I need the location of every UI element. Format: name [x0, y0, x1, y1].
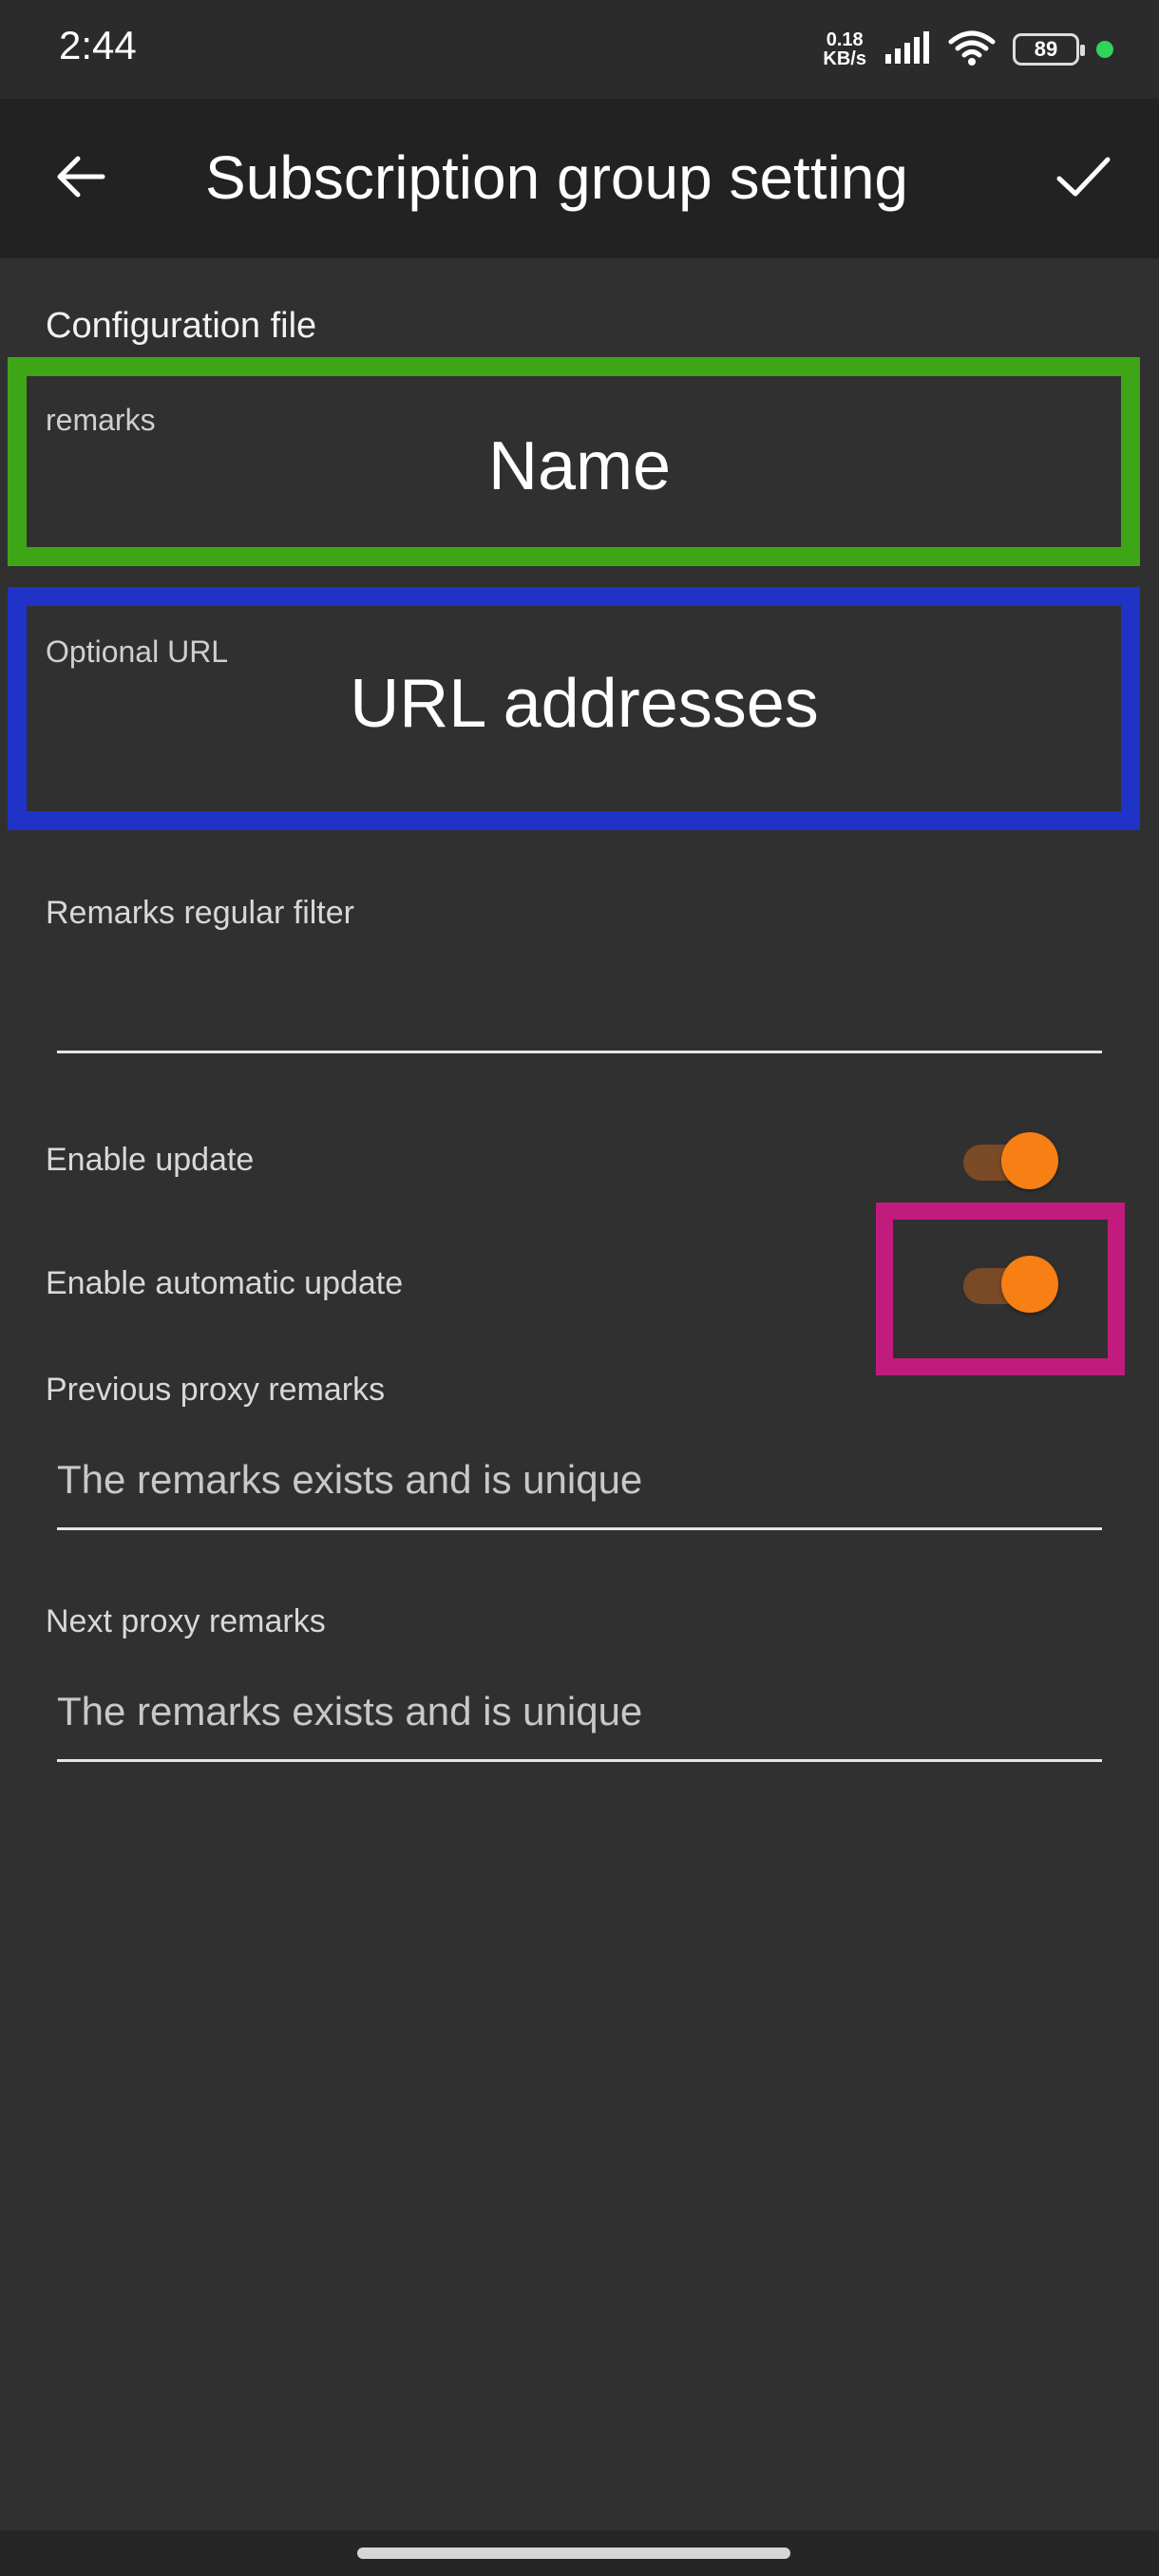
status-icons: 0.18 KB/s 89 [823, 27, 1113, 72]
enable-update-toggle[interactable] [963, 1132, 1058, 1189]
privacy-indicator-dot [1096, 41, 1113, 58]
navigation-bar [0, 2530, 1159, 2576]
network-speed-unit: KB/s [823, 48, 866, 69]
status-time: 2:44 [59, 23, 137, 67]
arrow-back-icon [53, 150, 106, 208]
app-bar: Subscription group setting [0, 99, 1159, 258]
check-icon [1054, 148, 1112, 210]
battery-level: 89 [1034, 37, 1058, 61]
filter-label: Remarks regular filter [46, 895, 354, 931]
enable-update-label: Enable update [46, 1142, 255, 1178]
toggle-thumb [1001, 1132, 1058, 1189]
save-button[interactable] [1041, 137, 1125, 220]
prev-proxy-underline [57, 1527, 1102, 1530]
back-button[interactable] [38, 137, 122, 220]
battery-icon: 89 [1013, 33, 1085, 66]
signal-icon [884, 30, 931, 68]
page-title: Subscription group setting [205, 143, 908, 212]
next-proxy-underline [57, 1759, 1102, 1762]
status-bar: 2:44 0.18 KB/s 89 [0, 0, 1159, 99]
section-title: Configuration file [46, 306, 317, 346]
network-speed-value: 0.18 [826, 29, 864, 50]
home-gesture-handle[interactable] [357, 2548, 790, 2559]
auto-update-highlight [876, 1203, 1125, 1375]
next-proxy-label: Next proxy remarks [46, 1603, 326, 1639]
wifi-icon [948, 28, 996, 71]
auto-update-label: Enable automatic update [46, 1265, 404, 1301]
prev-proxy-input[interactable]: The remarks exists and is unique [57, 1457, 642, 1503]
next-proxy-input[interactable]: The remarks exists and is unique [57, 1689, 642, 1734]
filter-underline [57, 1051, 1102, 1053]
remarks-annotation: Name [487, 428, 672, 504]
network-speed: 0.18 KB/s [823, 30, 866, 68]
url-annotation: URL addresses [350, 666, 819, 742]
prev-proxy-label: Previous proxy remarks [46, 1372, 386, 1408]
